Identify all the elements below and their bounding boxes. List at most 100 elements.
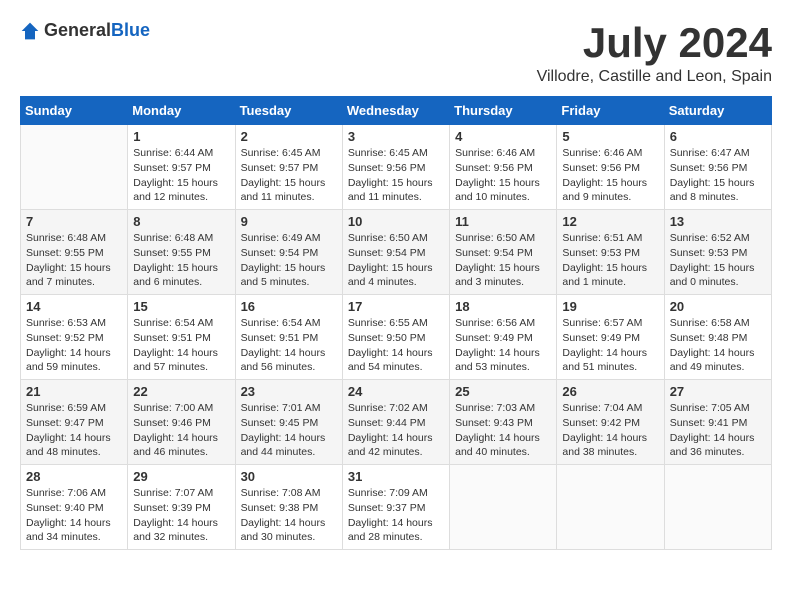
logo-icon bbox=[20, 21, 40, 41]
calendar-cell bbox=[664, 465, 771, 550]
month-title: July 2024 bbox=[537, 20, 772, 66]
day-info: Sunrise: 6:47 AMSunset: 9:56 PMDaylight:… bbox=[670, 146, 766, 205]
calendar-cell: 28 Sunrise: 7:06 AMSunset: 9:40 PMDayligh… bbox=[21, 465, 128, 550]
calendar-cell: 24 Sunrise: 7:02 AMSunset: 9:44 PMDayligh… bbox=[342, 380, 449, 465]
location-subtitle: Villodre, Castille and Leon, Spain bbox=[537, 68, 772, 86]
calendar-cell: 25Sunrise: 7:03 AMSunset: 9:43 PMDayligh… bbox=[450, 380, 557, 465]
day-number: 12 bbox=[562, 214, 658, 229]
day-info: Sunrise: 7:04 AMSunset: 9:42 PMDaylight:… bbox=[562, 401, 658, 460]
day-number: 6 bbox=[670, 129, 766, 144]
day-info: Sunrise: 6:54 AMSunset: 9:51 PMDaylight:… bbox=[133, 316, 229, 375]
day-info: Sunrise: 7:03 AMSunset: 9:43 PMDaylight:… bbox=[455, 401, 551, 460]
day-info: Sunrise: 6:50 AMSunset: 9:54 PMDaylight:… bbox=[455, 231, 551, 290]
day-number: 20 bbox=[670, 299, 766, 314]
weekday-header-saturday: Saturday bbox=[664, 97, 771, 125]
calendar-cell: 1 Sunrise: 6:44 AMSunset: 9:57 PMDaylight… bbox=[128, 125, 235, 210]
day-info: Sunrise: 6:46 AMSunset: 9:56 PMDaylight:… bbox=[455, 146, 551, 205]
calendar-cell: 4 Sunrise: 6:46 AMSunset: 9:56 PMDaylight… bbox=[450, 125, 557, 210]
weekday-header-sunday: Sunday bbox=[21, 97, 128, 125]
day-info: Sunrise: 6:49 AMSunset: 9:54 PMDaylight:… bbox=[241, 231, 337, 290]
calendar-cell: 15Sunrise: 6:54 AMSunset: 9:51 PMDayligh… bbox=[128, 295, 235, 380]
day-info: Sunrise: 6:51 AMSunset: 9:53 PMDaylight:… bbox=[562, 231, 658, 290]
day-info: Sunrise: 6:59 AMSunset: 9:47 PMDaylight:… bbox=[26, 401, 122, 460]
day-info: Sunrise: 7:09 AMSunset: 9:37 PMDaylight:… bbox=[348, 486, 444, 545]
calendar-cell bbox=[450, 465, 557, 550]
calendar-cell: 17 Sunrise: 6:55 AMSunset: 9:50 PMDayligh… bbox=[342, 295, 449, 380]
week-row-2: 7 Sunrise: 6:48 AMSunset: 9:55 PMDaylight… bbox=[21, 210, 772, 295]
day-info: Sunrise: 6:45 AMSunset: 9:57 PMDaylight:… bbox=[241, 146, 337, 205]
week-row-1: 1 Sunrise: 6:44 AMSunset: 9:57 PMDaylight… bbox=[21, 125, 772, 210]
weekday-header-wednesday: Wednesday bbox=[342, 97, 449, 125]
calendar-cell bbox=[557, 465, 664, 550]
day-number: 3 bbox=[348, 129, 444, 144]
day-info: Sunrise: 6:48 AMSunset: 9:55 PMDaylight:… bbox=[26, 231, 122, 290]
weekday-header-tuesday: Tuesday bbox=[235, 97, 342, 125]
day-number: 9 bbox=[241, 214, 337, 229]
week-row-5: 28 Sunrise: 7:06 AMSunset: 9:40 PMDayligh… bbox=[21, 465, 772, 550]
weekday-header-friday: Friday bbox=[557, 97, 664, 125]
calendar-cell: 30Sunrise: 7:08 AMSunset: 9:38 PMDayligh… bbox=[235, 465, 342, 550]
day-number: 30 bbox=[241, 469, 337, 484]
calendar-cell: 12 Sunrise: 6:51 AMSunset: 9:53 PMDayligh… bbox=[557, 210, 664, 295]
day-number: 7 bbox=[26, 214, 122, 229]
calendar-cell: 21 Sunrise: 6:59 AMSunset: 9:47 PMDayligh… bbox=[21, 380, 128, 465]
day-info: Sunrise: 7:05 AMSunset: 9:41 PMDaylight:… bbox=[670, 401, 766, 460]
day-number: 28 bbox=[26, 469, 122, 484]
day-info: Sunrise: 7:06 AMSunset: 9:40 PMDaylight:… bbox=[26, 486, 122, 545]
day-info: Sunrise: 7:00 AMSunset: 9:46 PMDaylight:… bbox=[133, 401, 229, 460]
day-number: 17 bbox=[348, 299, 444, 314]
day-info: Sunrise: 6:55 AMSunset: 9:50 PMDaylight:… bbox=[348, 316, 444, 375]
day-number: 4 bbox=[455, 129, 551, 144]
calendar-cell: 16 Sunrise: 6:54 AMSunset: 9:51 PMDayligh… bbox=[235, 295, 342, 380]
calendar-cell: 31 Sunrise: 7:09 AMSunset: 9:37 PMDayligh… bbox=[342, 465, 449, 550]
day-number: 31 bbox=[348, 469, 444, 484]
day-number: 22 bbox=[133, 384, 229, 399]
calendar-cell: 2Sunrise: 6:45 AMSunset: 9:57 PMDaylight… bbox=[235, 125, 342, 210]
day-info: Sunrise: 6:44 AMSunset: 9:57 PMDaylight:… bbox=[133, 146, 229, 205]
calendar-cell: 13 Sunrise: 6:52 AMSunset: 9:53 PMDayligh… bbox=[664, 210, 771, 295]
logo-general: GeneralBlue bbox=[44, 20, 150, 41]
day-info: Sunrise: 7:07 AMSunset: 9:39 PMDaylight:… bbox=[133, 486, 229, 545]
calendar-table: SundayMondayTuesdayWednesdayThursdayFrid… bbox=[20, 96, 772, 550]
weekday-header-thursday: Thursday bbox=[450, 97, 557, 125]
day-info: Sunrise: 6:58 AMSunset: 9:48 PMDaylight:… bbox=[670, 316, 766, 375]
day-number: 29 bbox=[133, 469, 229, 484]
day-info: Sunrise: 6:48 AMSunset: 9:55 PMDaylight:… bbox=[133, 231, 229, 290]
calendar-cell: 23 Sunrise: 7:01 AMSunset: 9:45 PMDayligh… bbox=[235, 380, 342, 465]
calendar-cell: 20 Sunrise: 6:58 AMSunset: 9:48 PMDayligh… bbox=[664, 295, 771, 380]
calendar-cell: 18Sunrise: 6:56 AMSunset: 9:49 PMDayligh… bbox=[450, 295, 557, 380]
page-header: GeneralBlue July 2024 Villodre, Castille… bbox=[20, 20, 772, 86]
day-number: 16 bbox=[241, 299, 337, 314]
calendar-cell: 6 Sunrise: 6:47 AMSunset: 9:56 PMDaylight… bbox=[664, 125, 771, 210]
calendar-cell bbox=[21, 125, 128, 210]
day-number: 18 bbox=[455, 299, 551, 314]
calendar-cell: 19Sunrise: 6:57 AMSunset: 9:49 PMDayligh… bbox=[557, 295, 664, 380]
day-number: 1 bbox=[133, 129, 229, 144]
day-number: 11 bbox=[455, 214, 551, 229]
calendar-cell: 22 Sunrise: 7:00 AMSunset: 9:46 PMDayligh… bbox=[128, 380, 235, 465]
day-number: 10 bbox=[348, 214, 444, 229]
day-info: Sunrise: 6:50 AMSunset: 9:54 PMDaylight:… bbox=[348, 231, 444, 290]
day-number: 21 bbox=[26, 384, 122, 399]
calendar-cell: 8 Sunrise: 6:48 AMSunset: 9:55 PMDaylight… bbox=[128, 210, 235, 295]
calendar-cell: 9 Sunrise: 6:49 AMSunset: 9:54 PMDaylight… bbox=[235, 210, 342, 295]
day-info: Sunrise: 7:02 AMSunset: 9:44 PMDaylight:… bbox=[348, 401, 444, 460]
calendar-cell: 11 Sunrise: 6:50 AMSunset: 9:54 PMDayligh… bbox=[450, 210, 557, 295]
weekday-header-row: SundayMondayTuesdayWednesdayThursdayFrid… bbox=[21, 97, 772, 125]
day-number: 19 bbox=[562, 299, 658, 314]
day-number: 26 bbox=[562, 384, 658, 399]
day-info: Sunrise: 6:54 AMSunset: 9:51 PMDaylight:… bbox=[241, 316, 337, 375]
week-row-4: 21 Sunrise: 6:59 AMSunset: 9:47 PMDayligh… bbox=[21, 380, 772, 465]
day-number: 8 bbox=[133, 214, 229, 229]
day-number: 23 bbox=[241, 384, 337, 399]
day-info: Sunrise: 6:53 AMSunset: 9:52 PMDaylight:… bbox=[26, 316, 122, 375]
calendar-cell: 29 Sunrise: 7:07 AMSunset: 9:39 PMDayligh… bbox=[128, 465, 235, 550]
day-info: Sunrise: 6:52 AMSunset: 9:53 PMDaylight:… bbox=[670, 231, 766, 290]
day-number: 24 bbox=[348, 384, 444, 399]
day-number: 27 bbox=[670, 384, 766, 399]
calendar-cell: 14 Sunrise: 6:53 AMSunset: 9:52 PMDayligh… bbox=[21, 295, 128, 380]
day-number: 14 bbox=[26, 299, 122, 314]
week-row-3: 14 Sunrise: 6:53 AMSunset: 9:52 PMDayligh… bbox=[21, 295, 772, 380]
day-info: Sunrise: 7:01 AMSunset: 9:45 PMDaylight:… bbox=[241, 401, 337, 460]
day-number: 13 bbox=[670, 214, 766, 229]
